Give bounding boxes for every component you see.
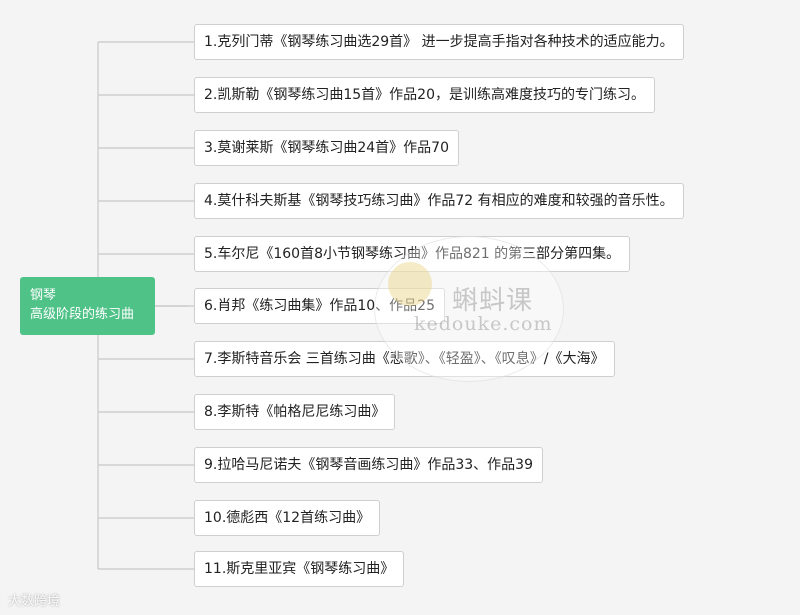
topic-11[interactable]: 11.斯克里亚宾《钢琴练习曲》 bbox=[194, 551, 405, 587]
watermark-text: 蝌蚪课 bbox=[452, 286, 534, 316]
watermark-url: kedouke.com bbox=[414, 313, 553, 335]
topic-2[interactable]: 2.凯斯勒《钢琴练习曲15首》作品20，是训练高难度技巧的专门练习。 bbox=[194, 77, 655, 113]
topic-10[interactable]: 10.德彪西《12首练习曲》 bbox=[194, 500, 381, 536]
topic-3[interactable]: 3.莫谢莱斯《钢琴练习曲24首》作品70 bbox=[194, 130, 459, 166]
topic-8[interactable]: 8.李斯特《帕格尼尼练习曲》 bbox=[194, 394, 396, 430]
topic-9[interactable]: 9.拉哈马尼诺夫《钢琴音画练习曲》作品33、作品39 bbox=[194, 447, 543, 483]
corner-watermark: 大数跨境 bbox=[8, 594, 61, 609]
topic-4[interactable]: 4.莫什科夫斯基《钢琴技巧练习曲》作品72 有相应的难度和较强的音乐性。 bbox=[194, 183, 684, 219]
root-title: 钢琴 bbox=[30, 288, 57, 303]
root-topic[interactable]: 钢琴 高级阶段的练习曲 bbox=[20, 277, 155, 335]
root-subtitle: 高级阶段的练习曲 bbox=[30, 307, 135, 322]
topic-1[interactable]: 1.克列门蒂《钢琴练习曲选29首》 进一步提高手指对各种技术的适应能力。 bbox=[194, 24, 684, 60]
tadpole-logo-icon bbox=[388, 262, 432, 306]
